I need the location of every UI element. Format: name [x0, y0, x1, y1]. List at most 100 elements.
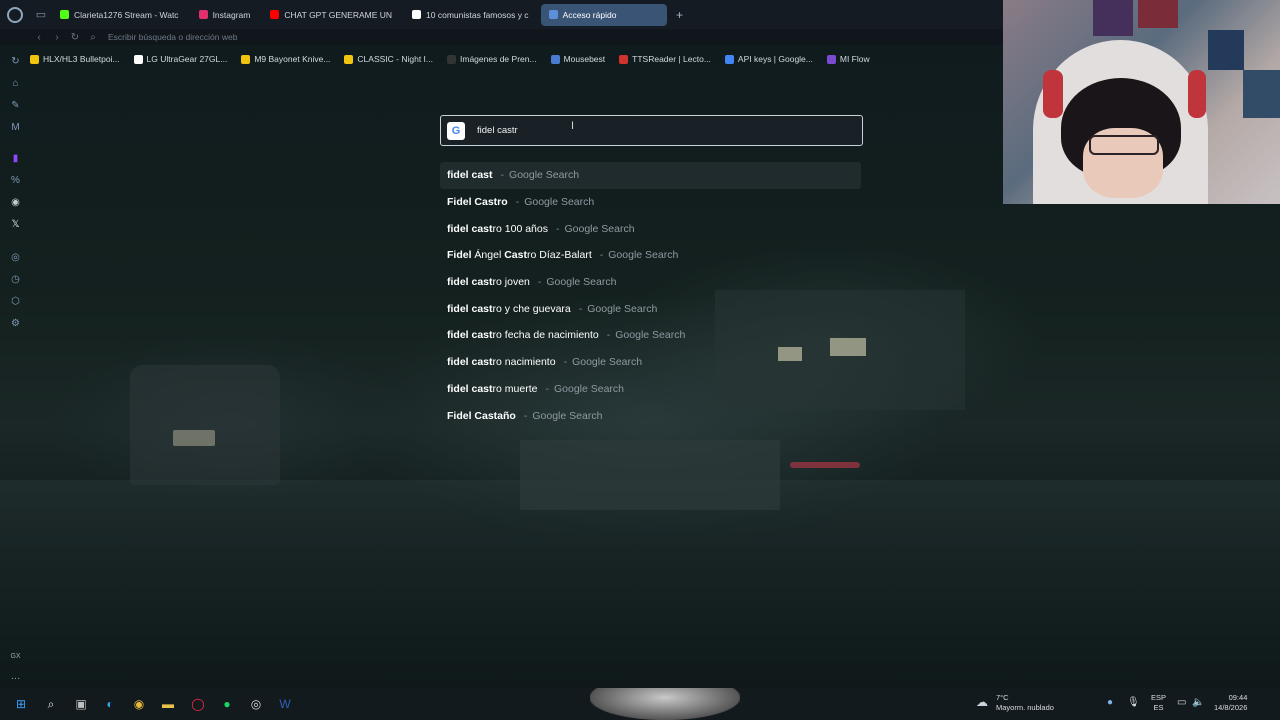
suggestion-separator: - [537, 276, 542, 289]
suggestion-separator: - [545, 382, 549, 395]
opera-gx-logo-icon[interactable] [0, 0, 30, 29]
wallpaper-plate [173, 430, 215, 446]
tab-menu-icon[interactable]: ▭ [30, 8, 52, 21]
obs-icon[interactable]: ◎ [248, 696, 264, 712]
bookmarks-bar: HLX/HL3 Bulletpoi... LG UltraGear 27GL...… [30, 50, 884, 68]
headphones [1188, 70, 1206, 118]
bookmark-favicon-icon [344, 54, 354, 64]
opera-gx-icon[interactable]: ◯ [190, 696, 206, 712]
reload-icon[interactable]: ↻ [66, 32, 84, 43]
clock[interactable]: 09:44 14/8/2026 [1214, 693, 1247, 713]
suggestion-item[interactable]: fidel castro muerte - Google Search [440, 376, 861, 403]
suggestion-query: fidel castro muerte [447, 383, 537, 395]
clock-date: 14/8/2026 [1214, 703, 1248, 712]
suggestion-item[interactable]: fidel castro 100 años - Google Search [440, 215, 861, 242]
bookmark-item[interactable]: LG UltraGear 27GL... [133, 54, 228, 64]
bookmark-item[interactable]: MI Flow [826, 54, 870, 64]
bookmark-label: CLASSIC - Night I... [357, 54, 434, 64]
forward-icon[interactable]: › [48, 32, 66, 43]
sidebar-history-icon[interactable]: ↻ [9, 55, 22, 68]
wallpaper-table [520, 440, 780, 510]
bookmark-item[interactable]: Mousebest [550, 54, 605, 64]
tab-favicon-icon [412, 10, 422, 19]
microphone-icon[interactable]: 🎙 [1127, 698, 1140, 708]
bookmark-label: M9 Bayonet Knive... [254, 54, 331, 64]
network-icon[interactable]: ▭ [1177, 698, 1186, 708]
tab[interactable]: Instagram [191, 4, 259, 26]
suggestion-source: Google Search [615, 329, 686, 342]
sidebar-twitch-icon[interactable]: ▮ [9, 152, 22, 165]
bookmark-label: API keys | Google... [737, 54, 813, 64]
bookmark-item[interactable]: API keys | Google... [724, 54, 813, 64]
sidebar-m-icon[interactable]: M [9, 121, 22, 134]
search-box[interactable]: G [440, 115, 863, 146]
weather-widget[interactable]: 7°C Mayorm. nublado [996, 693, 1054, 713]
bookmark-item[interactable]: M9 Bayonet Knive... [241, 54, 330, 64]
suggestion-item[interactable]: Fidel Castaño - Google Search [440, 402, 861, 429]
spotify-icon[interactable]: ● [219, 696, 235, 712]
task-view-icon[interactable]: ▣ [73, 696, 89, 712]
suggestion-query: fidel castro fecha de nacimiento [447, 329, 599, 341]
suggestion-item[interactable]: Fidel Castro - Google Search [440, 189, 861, 216]
suggestion-completion: ro fecha de nacimiento [492, 329, 599, 342]
suggestion-query: fidel cast [447, 169, 493, 181]
tab-label: 10 comunistas famosos y c [426, 9, 529, 20]
bookmark-label: LG UltraGear 27GL... [146, 54, 228, 64]
sidebar-more-icon[interactable]: … [9, 670, 22, 683]
sidebar-x-icon[interactable]: 𝕏 [9, 218, 22, 231]
back-icon[interactable]: ‹ [30, 32, 48, 43]
webcam-overlay [1003, 0, 1280, 204]
suggestion-source: Google Search [532, 409, 603, 422]
search-input[interactable] [475, 124, 779, 137]
suggestion-item[interactable]: fidel cast - Google Search [440, 162, 861, 189]
sidebar-edit-icon[interactable]: ✎ [9, 99, 22, 112]
suggestion-completion: ro nacimiento [492, 356, 556, 369]
suggestion-separator: - [578, 302, 583, 315]
sidebar-settings-icon[interactable]: ⚙ [9, 317, 22, 330]
new-tab-button[interactable]: + [671, 6, 689, 24]
suggestion-item[interactable]: fidel castro y che guevara - Google Search [440, 295, 861, 322]
sidebar-cube-icon[interactable]: ⬡ [9, 295, 22, 308]
weather-icon[interactable]: ☁ [976, 696, 988, 708]
bookmark-item[interactable]: HLX/HL3 Bulletpoi... [30, 54, 120, 64]
suggestion-item[interactable]: Fidel Ángel Castro Díaz-Balart - Google Se… [440, 242, 861, 269]
tab[interactable]: Clarieta1276 Stream - Watc [52, 4, 187, 26]
taskbar-wallpaper-rock [590, 688, 740, 720]
address-input[interactable]: Escribir búsqueda o dirección web [108, 32, 237, 42]
bookmark-item[interactable]: Imágenes de Pren... [447, 54, 537, 64]
tab[interactable]: CHAT GPT GENERAME UN [262, 4, 400, 26]
sidebar-discord-icon[interactable]: ◉ [9, 196, 22, 209]
sidebar-shop-icon[interactable]: ⌂ [9, 77, 22, 90]
suggestion-source: Google Search [587, 302, 658, 315]
google-icon[interactable]: G [447, 121, 465, 140]
chrome-icon[interactable]: ◉ [131, 696, 147, 712]
tab[interactable]: 10 comunistas famosos y c [404, 4, 537, 26]
start-icon[interactable]: ⊞ [13, 696, 29, 712]
suggestion-item[interactable]: fidel castro joven - Google Search [440, 269, 861, 296]
sidebar-percent-icon[interactable]: % [9, 174, 22, 187]
sidebar-target-icon[interactable]: ◎ [9, 251, 22, 264]
bookmark-item[interactable]: TTSReader | Lecto... [619, 54, 711, 64]
bookmark-favicon-icon [30, 54, 39, 64]
bookmark-favicon-icon [724, 54, 734, 64]
volume-icon[interactable]: 🔈 [1192, 698, 1204, 708]
sidebar-clock-icon[interactable]: ◷ [9, 273, 22, 286]
bookmark-item[interactable]: CLASSIC - Night I... [344, 54, 433, 64]
tray-app-icon[interactable]: ● [1107, 698, 1113, 708]
tab[interactable]: Acceso rápido [540, 3, 667, 26]
suggestion-item[interactable]: fidel castro nacimiento - Google Search [440, 349, 861, 376]
bookmark-favicon-icon [133, 54, 143, 64]
sidebar-gx-label[interactable]: GX [9, 650, 22, 663]
wall-poster [1208, 30, 1244, 70]
file-explorer-icon[interactable]: ▬ [160, 696, 176, 712]
edge-icon[interactable]: ◐ [102, 696, 118, 712]
language-indicator[interactable]: ESP ES [1151, 693, 1166, 713]
suggestion-item[interactable]: fidel castro fecha de nacimiento - Google … [440, 322, 861, 349]
clock-time: 09:44 [1228, 693, 1248, 702]
tab-label: Instagram [212, 9, 251, 20]
suggestion-completion: ro joven [492, 276, 530, 289]
bookmark-favicon-icon [550, 54, 560, 64]
word-icon[interactable]: W [277, 696, 293, 712]
search-taskbar-icon[interactable]: ⌕ [43, 696, 59, 712]
suggestion-match: Fidel [447, 249, 472, 262]
